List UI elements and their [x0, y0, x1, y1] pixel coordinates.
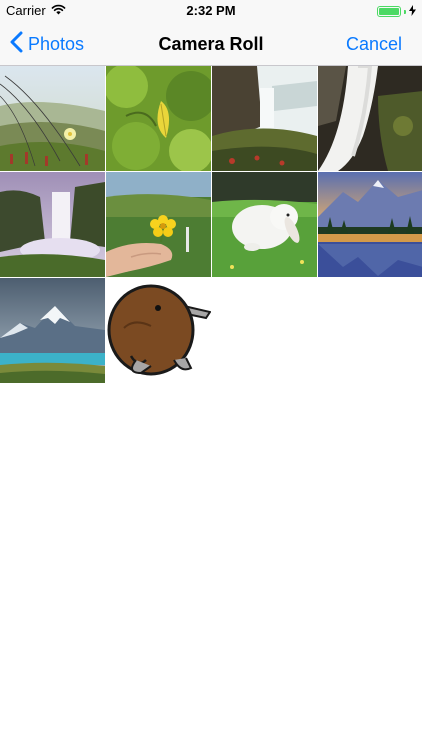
photo-hand-yellow-flower[interactable]: [106, 172, 211, 277]
back-button[interactable]: Photos: [10, 22, 84, 66]
status-time: 2:32 PM: [186, 3, 236, 18]
battery-tip: [404, 9, 406, 14]
navigation-bar: Photos Camera Roll Cancel: [0, 22, 422, 66]
battery-icon: [377, 6, 401, 17]
chevron-left-icon: [10, 31, 23, 58]
photo-waterfall-cliff[interactable]: [212, 66, 317, 171]
photo-beach-dunes-flower[interactable]: [0, 66, 105, 171]
status-right: [377, 4, 416, 19]
photo-kiwi-bird-illustration[interactable]: [106, 278, 211, 383]
cancel-button[interactable]: Cancel: [346, 22, 402, 66]
charging-bolt-icon: [409, 4, 416, 19]
battery-fill: [379, 8, 399, 15]
photo-waterfall-rocks[interactable]: [318, 66, 422, 171]
status-bar: Carrier 2:32 PM: [0, 0, 422, 22]
photo-misty-waterfall[interactable]: [0, 172, 105, 277]
photo-mountain-lake-reflection[interactable]: [318, 172, 422, 277]
photo-yellow-leaf[interactable]: [106, 66, 211, 171]
photo-grid: [0, 66, 422, 383]
back-button-label: Photos: [28, 33, 85, 54]
photo-white-rabbit[interactable]: [212, 172, 317, 277]
photo-snowy-mountain-lake[interactable]: [0, 278, 105, 383]
